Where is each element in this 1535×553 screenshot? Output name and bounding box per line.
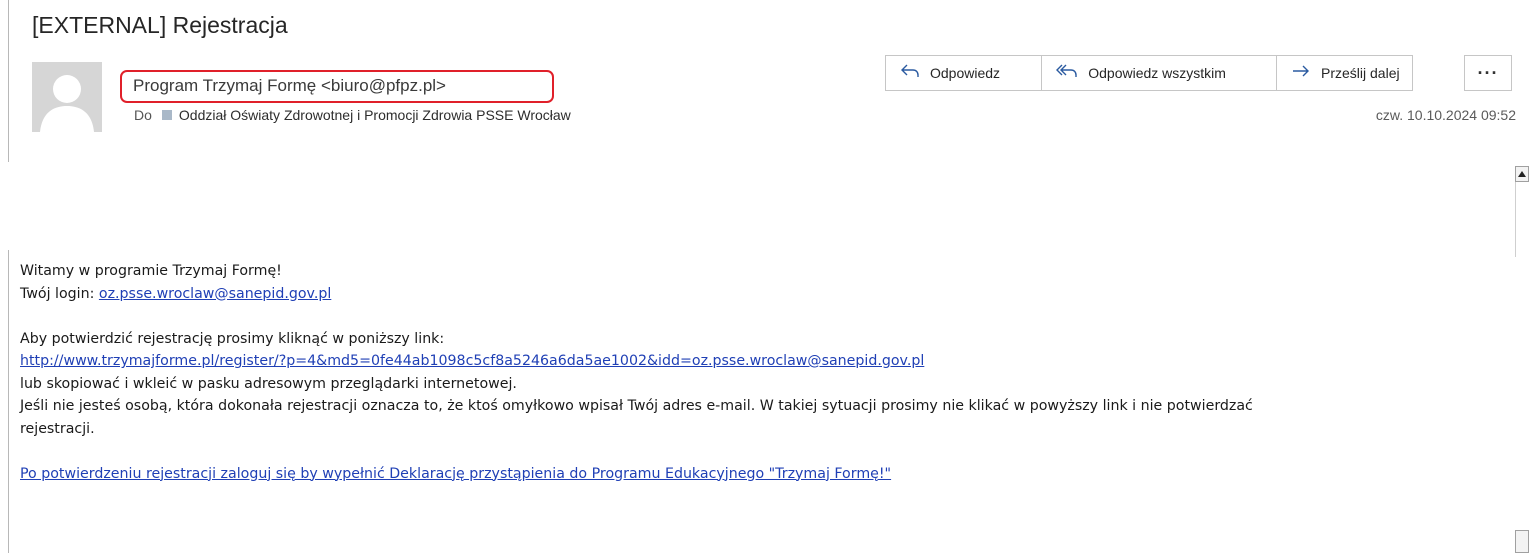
email-timestamp: czw. 10.10.2024 09:52 xyxy=(1375,107,1516,123)
login-line: Twój login: oz.psse.wroclaw@sanepid.gov.… xyxy=(20,283,1490,306)
warning-line-continued: rejestracji. xyxy=(20,420,95,437)
copy-instruction-line: lub skopiować i wkleić w pasku adresowym… xyxy=(20,375,517,392)
to-label: Do xyxy=(134,107,152,123)
reply-button[interactable]: Odpowiedz xyxy=(886,56,1043,90)
instruction-line: Aby potwierdzić rejestrację prosimy klik… xyxy=(20,330,445,347)
scroll-up-button[interactable] xyxy=(1515,166,1529,182)
greeting-line: Witamy w programie Trzymaj Formę! xyxy=(20,263,282,279)
email-body: Witamy w programie Trzymaj Formę! Twój l… xyxy=(20,260,1490,485)
scrollbar-track[interactable] xyxy=(1515,182,1516,257)
declaration-link[interactable]: Po potwierdzeniu rejestracji zaloguj się… xyxy=(20,466,891,482)
person-silhouette-icon xyxy=(32,62,102,132)
scroll-down-button[interactable] xyxy=(1515,530,1529,553)
more-actions-button[interactable]: ··· xyxy=(1464,55,1512,91)
email-subject: [EXTERNAL] Rejestracja xyxy=(32,12,288,38)
message-action-bar: Odpowiedz Odpowiedz wszystkim Prześlij d… xyxy=(885,55,1413,91)
email-reading-pane: [EXTERNAL] Rejestracja Program Trzymaj F… xyxy=(0,0,1535,553)
final-link-line: Po potwierdzeniu rejestracji zaloguj się… xyxy=(20,463,1490,486)
login-label: Twój login: xyxy=(20,285,99,302)
reply-label: Odpowiedz xyxy=(930,65,1001,81)
recipient-row: Do Oddział Oświaty Zdrowotnej i Promocji… xyxy=(134,107,571,123)
recipient-status-icon xyxy=(161,110,172,120)
warning-line: Jeśli nie jesteś osobą, która dokonała r… xyxy=(20,398,1253,414)
forward-arrow-icon xyxy=(1291,63,1311,84)
pane-divider-top xyxy=(8,0,9,162)
forward-button[interactable]: Prześlij dalej xyxy=(1277,56,1412,90)
pane-divider-bottom xyxy=(8,250,9,553)
reply-arrow-icon xyxy=(900,63,920,84)
reply-all-arrow-icon xyxy=(1056,63,1078,84)
register-link-line: http://www.trzymajforme.pl/register/?p=4… xyxy=(20,350,1490,373)
scroll-up-arrow-icon xyxy=(1518,171,1526,177)
register-link[interactable]: http://www.trzymajforme.pl/register/?p=4… xyxy=(20,353,924,369)
reply-all-label: Odpowiedz wszystkim xyxy=(1088,65,1226,81)
login-email-link[interactable]: oz.psse.wroclaw@sanepid.gov.pl xyxy=(99,286,331,302)
recipient-name[interactable]: Oddział Oświaty Zdrowotnej i Promocji Zd… xyxy=(179,107,571,123)
forward-label: Prześlij dalej xyxy=(1321,65,1400,81)
sender-avatar[interactable] xyxy=(32,62,102,132)
reply-all-button[interactable]: Odpowiedz wszystkim xyxy=(1042,56,1277,90)
sender-name[interactable]: Program Trzymaj Formę <biuro@pfpz.pl> xyxy=(133,76,446,96)
